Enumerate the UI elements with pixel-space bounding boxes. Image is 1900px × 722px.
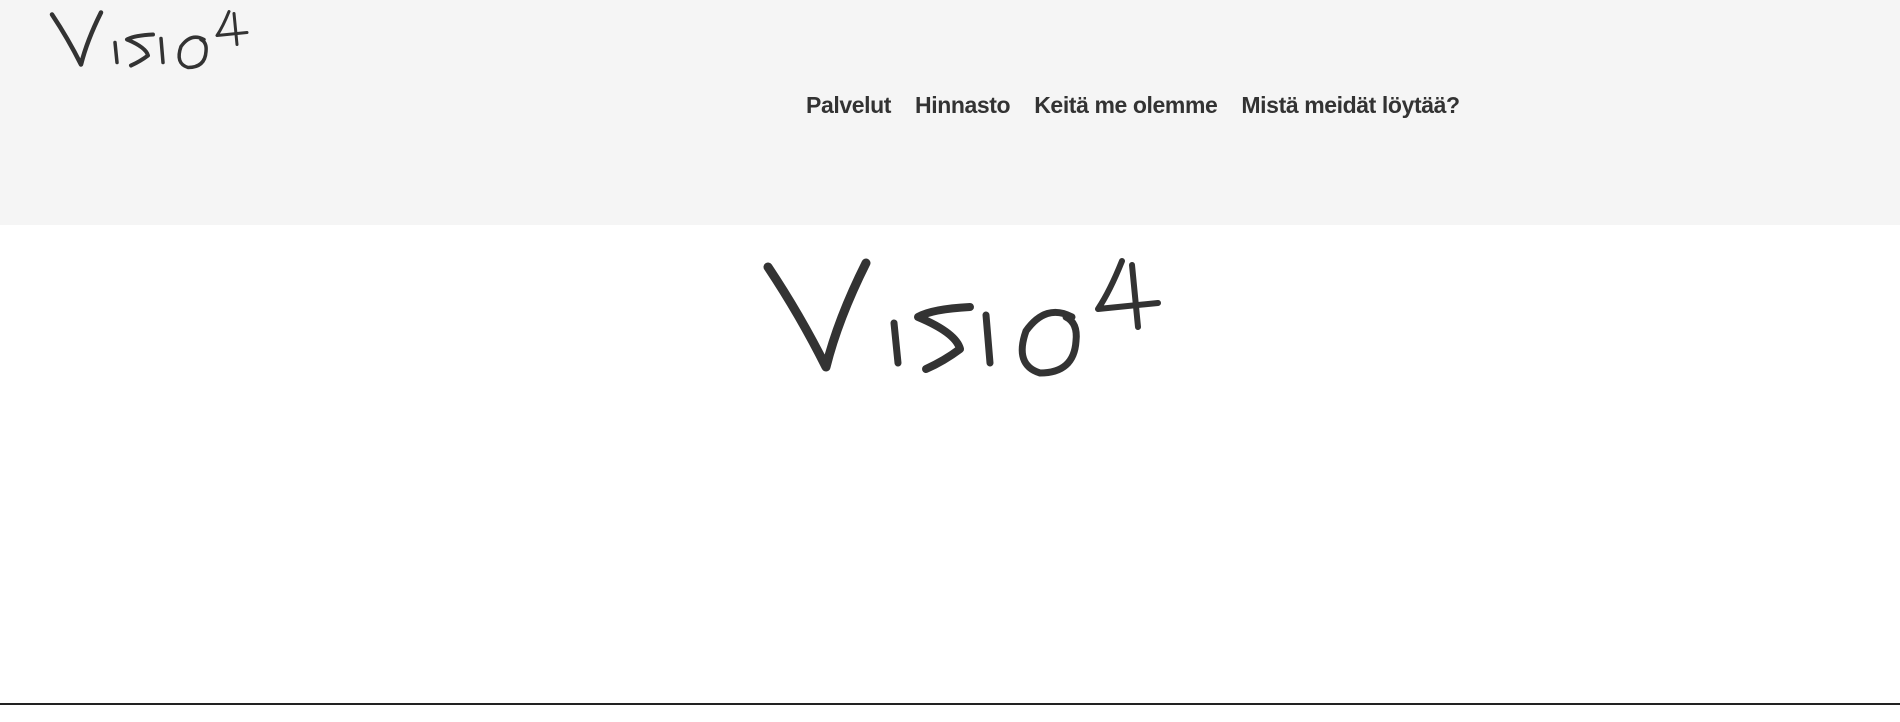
main-nav: Palvelut Hinnasto Keitä me olemme Mistä … bbox=[806, 92, 1472, 119]
nav-item-keita-me-olemme[interactable]: Keitä me olemme bbox=[1022, 92, 1229, 119]
nav-item-mista-meidat-loytaa[interactable]: Mistä meidät löytää? bbox=[1229, 92, 1471, 119]
nav-item-palvelut[interactable]: Palvelut bbox=[806, 92, 903, 119]
page-bottom bbox=[0, 705, 1900, 722]
nav-item-hinnasto[interactable]: Hinnasto bbox=[903, 92, 1022, 119]
visio4-logo-large bbox=[763, 258, 1161, 377]
site-header: Palvelut Hinnasto Keitä me olemme Mistä … bbox=[0, 0, 1900, 225]
visio4-logo-small bbox=[49, 10, 249, 70]
